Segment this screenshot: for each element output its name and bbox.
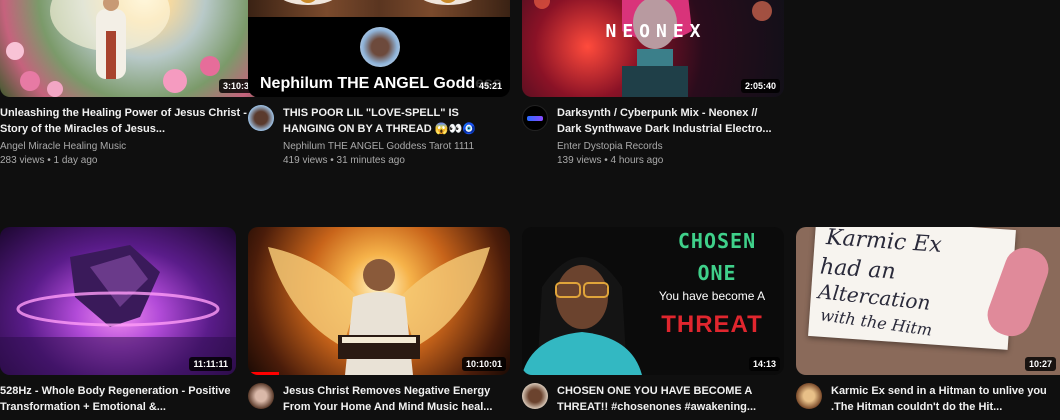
thumbnail-overlay-line4: THREAT [661, 311, 763, 338]
video-thumbnail[interactable]: 10:10:01 [248, 227, 510, 375]
video-title[interactable]: Jesus Christ Removes Negative Energy Fro… [283, 383, 510, 415]
video-duration: 10:27 [1024, 357, 1056, 371]
channel-avatar[interactable] [796, 383, 822, 409]
watch-progress-bar [248, 372, 280, 375]
eyes-illustration [283, 0, 473, 5]
eyes-banner-image [248, 0, 510, 17]
video-title[interactable]: 528Hz - Whole Body Regeneration - Positi… [0, 383, 236, 415]
thumbnail-overlay-line3: You have become A [658, 289, 766, 303]
channel-name[interactable]: Angel Miracle Healing Music [0, 140, 262, 154]
channel-avatar[interactable] [522, 383, 548, 409]
video-thumbnail[interactable]: 11:11:11 [0, 227, 236, 375]
video-thumbnail[interactable]: 3:10:32 [0, 0, 262, 97]
video-card-jesus-negative-energy[interactable]: 10:10:01 Jesus Christ Removes Negative E… [248, 227, 510, 415]
video-card-darksynth[interactable]: NEONEX 2:05:40 Darksynth / Cyberpunk Mix… [522, 0, 784, 168]
channel-name[interactable]: Enter Dystopia Records [557, 140, 784, 154]
video-duration: 10:10:01 [461, 357, 506, 371]
video-title[interactable]: Darksynth / Cyberpunk Mix - Neonex // Da… [557, 105, 784, 137]
video-stats: 283 views • 1 day ago [0, 155, 98, 166]
thumbnail-overlay-text: Nephilum THE ANGEL Goddess [260, 75, 502, 92]
video-duration: 45:21 [474, 79, 506, 93]
jesus-reading-illustration [268, 247, 490, 375]
thumbnail-overlay-line2: ONE [697, 261, 737, 285]
video-card-chosen-one[interactable]: CHOSEN ONE You have become A THREAT 14:1… [522, 227, 784, 415]
channel-logo-overlay [360, 27, 400, 67]
video-card-karmic-ex[interactable]: Karmic Ex had an Altercation with the Hi… [796, 227, 1060, 415]
video-title[interactable]: CHOSEN ONE YOU HAVE BECOME A THREAT!! #c… [557, 383, 784, 415]
crystal-illustration [0, 245, 236, 375]
video-title[interactable]: THIS POOR LIL "LOVE-SPELL" IS HANGING ON… [283, 105, 510, 137]
video-card-love-spell[interactable]: Nephilum THE ANGEL Goddess 45:21 THIS PO… [248, 0, 510, 168]
thumbnail-overlay-line1: CHOSEN [677, 229, 757, 253]
video-stats: 419 views • 31 minutes ago [283, 155, 405, 166]
video-title[interactable]: Unleashing the Healing Power of Jesus Ch… [0, 105, 262, 137]
avatar-logo-shape [527, 116, 543, 121]
channel-avatar[interactable] [248, 105, 274, 131]
jesus-figure-illustration [6, 0, 220, 97]
channel-avatar[interactable] [522, 105, 548, 131]
video-thumbnail[interactable]: Nephilum THE ANGEL Goddess 45:21 [248, 0, 510, 97]
video-duration: 14:13 [748, 357, 780, 371]
video-card-528hz[interactable]: 11:11:11 528Hz - Whole Body Regeneration… [0, 227, 236, 415]
video-thumbnail[interactable]: Karmic Ex had an Altercation with the Hi… [796, 227, 1060, 375]
video-thumbnail[interactable]: NEONEX 2:05:40 [522, 0, 784, 97]
video-thumbnail[interactable]: CHOSEN ONE You have become A THREAT 14:1… [522, 227, 784, 375]
channel-name[interactable]: Nephilum THE ANGEL Goddess Tarot 1111 [283, 140, 510, 154]
video-duration: 11:11:11 [189, 357, 232, 371]
video-duration: 2:05:40 [740, 79, 780, 93]
video-stats: 139 views • 4 hours ago [557, 155, 664, 166]
video-card-jesus-healing[interactable]: 3:10:32 Unleashing the Healing Power of … [0, 0, 262, 168]
video-title[interactable]: Karmic Ex send in a Hitman to unlive you… [831, 383, 1060, 415]
channel-avatar[interactable] [248, 383, 274, 409]
thumbnail-overlay-text: NEONEX [605, 21, 707, 42]
